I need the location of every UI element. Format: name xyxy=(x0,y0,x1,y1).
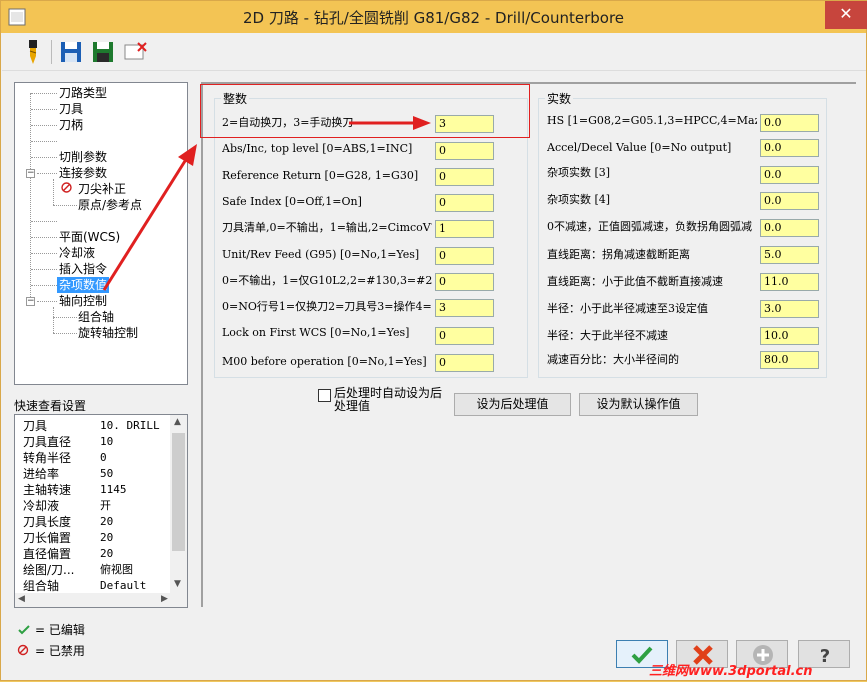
tree-item-toolpath-type[interactable]: 刀路类型 xyxy=(59,85,107,101)
real-label-4: 0不减速，正值圆弧减速，负数拐角圆弧减 xyxy=(547,220,752,233)
real-value-6[interactable]: 11.0 xyxy=(760,273,819,291)
real-label-7: 半径：小于此半径减速至3设定值 xyxy=(547,302,708,315)
edited-check-icon xyxy=(18,625,30,635)
int-value-4[interactable]: 1 xyxy=(435,220,494,238)
scroll-down-icon[interactable]: ▼ xyxy=(174,579,181,589)
watermark: 三维网www.3dportal.cn xyxy=(649,664,813,679)
quickview-list: 刀具 10. DRILL 刀具直径 10 转角半径 0 进给率 50 主轴转速 1145 … xyxy=(14,414,188,608)
expander-axis-icon[interactable]: − xyxy=(26,297,35,306)
disabled-icon xyxy=(17,644,29,656)
tree-item-misc-values[interactable]: 杂项数值 xyxy=(57,277,110,293)
annotation-highlight-box xyxy=(200,84,530,138)
toolbar xyxy=(2,33,866,71)
quickview-row: 刀长偏置 20 xyxy=(23,531,114,545)
int-label-6: 0=不输出，1=仅G10L2,2=#130,3=#24 xyxy=(222,274,432,287)
int-label-1: Abs/Inc, top level [0=ABS,1=INC] xyxy=(222,142,413,155)
real-label-2: 杂项实数 [3] xyxy=(547,166,611,179)
int-value-1[interactable]: 0 xyxy=(435,142,494,160)
toolbar-separator xyxy=(51,40,52,64)
int-label-3: Safe Index [0=Off,1=On] xyxy=(222,195,362,208)
legend-disabled: = 已禁用 xyxy=(35,644,85,658)
int-value-8[interactable]: 0 xyxy=(435,327,494,345)
quickview-row: 主轴转速 1145 xyxy=(23,483,127,497)
scroll-left-icon[interactable]: ◀ xyxy=(18,594,25,604)
real-label-0: HS [1=G08,2=G05.1,3=HPCC,4=Mazak,5= xyxy=(547,114,757,127)
int-label-5: Unit/Rev Feed (G95) [0=No,1=Yes] xyxy=(222,248,420,261)
tree-item-linking-params[interactable]: 连接参数 xyxy=(59,165,107,181)
quickview-row: 刀具直径 10 xyxy=(23,435,114,449)
int-label-9: M00 before operation [0=No,1=Yes] xyxy=(222,355,427,368)
scroll-thumb[interactable] xyxy=(172,433,185,551)
svg-text:?: ? xyxy=(820,646,830,666)
window-title: 2D 刀路 - 钻孔/全圆铣削 G81/G82 - Drill/Counterb… xyxy=(242,9,625,27)
real-label-3: 杂项实数 [4] xyxy=(547,193,611,206)
int-label-4: 刀具清单,0=不输出，1=输出,2=CimcoV7 xyxy=(222,221,432,234)
quickview-row: 刀具长度 20 xyxy=(23,515,114,529)
int-label-7: 0=NO行号1=仅换刀2=刀具号3=操作4=每行 xyxy=(222,300,432,313)
save-icon[interactable] xyxy=(58,39,84,65)
int-value-3[interactable]: 0 xyxy=(435,194,494,212)
tree-item-tip-comp[interactable]: 刀尖补正 xyxy=(78,181,126,197)
quickview-row: 组合轴 Default xyxy=(23,579,147,593)
real-value-8[interactable]: 10.0 xyxy=(760,327,819,345)
dialog-window: 2D 刀路 - 钻孔/全圆铣削 G81/G82 - Drill/Counterb… xyxy=(0,0,867,681)
tool-icon[interactable] xyxy=(20,39,46,65)
legend-edited: = 已编辑 xyxy=(35,623,85,637)
scroll-up-icon[interactable]: ▲ xyxy=(174,417,181,427)
int-label-8: Lock on First WCS [0=No,1=Yes] xyxy=(222,326,410,339)
int-value-5[interactable]: 0 xyxy=(435,247,494,265)
title-bar: 2D 刀路 - 钻孔/全圆铣削 G81/G82 - Drill/Counterb… xyxy=(1,1,867,33)
tree-item-axis-control[interactable]: 轴向控制 xyxy=(59,293,107,309)
close-button[interactable]: ✕ xyxy=(825,1,867,29)
auto-set-post-checkbox[interactable] xyxy=(318,389,331,402)
real-value-2[interactable]: 0.0 xyxy=(760,166,819,184)
tree-item-holder[interactable]: 刀柄 xyxy=(59,117,83,133)
tree-item-axis-combination[interactable]: 组合轴 xyxy=(78,309,114,325)
real-value-1[interactable]: 0.0 xyxy=(760,139,819,157)
tree-item-home-ref[interactable]: 原点/参考点 xyxy=(78,197,142,213)
help-icon: ? xyxy=(820,646,830,666)
scroll-right-icon[interactable]: ▶ xyxy=(161,594,168,604)
quickview-row: 刀具 10. DRILL xyxy=(23,419,160,433)
real-value-3[interactable]: 0.0 xyxy=(760,192,819,210)
tree-item-canned-text[interactable]: 插入指令 xyxy=(59,261,107,277)
int-value-2[interactable]: 0 xyxy=(435,168,494,186)
tree-item-rotary-axis[interactable]: 旋转轴控制 xyxy=(78,325,138,341)
quickview-row: 冷却液开 xyxy=(23,499,111,513)
real-value-7[interactable]: 3.0 xyxy=(760,300,819,318)
disabled-icon xyxy=(61,182,72,193)
tree-item-plane-wcs[interactable]: 平面(WCS) xyxy=(59,229,120,245)
delete-icon[interactable] xyxy=(122,39,148,65)
set-post-values-button[interactable]: 设为后处理值 xyxy=(454,393,571,416)
int-label-2: Reference Return [0=G28, 1=G30] xyxy=(222,169,419,182)
int-value-9[interactable]: 0 xyxy=(435,354,494,372)
tree-item-tool[interactable]: 刀具 xyxy=(59,101,83,117)
int-value-7[interactable]: 3 xyxy=(435,299,494,317)
int-value-6[interactable]: 0 xyxy=(435,273,494,291)
navigation-tree: − − 刀路类型 刀具 刀柄 切削参数 连接参数 刀尖补正 原点/参考点 平面(… xyxy=(14,82,188,385)
quickview-vertical-scrollbar[interactable]: ▲ ▼ xyxy=(170,415,187,593)
set-default-values-button[interactable]: 设为默认操作值 xyxy=(579,393,698,416)
auto-set-post-label: 后处理时自动设为后处理值 xyxy=(334,386,443,413)
real-value-0[interactable]: 0.0 xyxy=(760,114,819,132)
quickview-row: 直径偏置 20 xyxy=(23,547,114,561)
quickview-row: 绘图/刀... 俯视图 xyxy=(23,563,133,577)
tree-item-coolant[interactable]: 冷却液 xyxy=(59,245,95,261)
real-label-6: 直线距离：小于此值不截断直接减速 xyxy=(547,275,723,288)
real-label-5: 直线距离：拐角减速截断距离 xyxy=(547,248,690,261)
real-label-9: 减速百分比：大小半径间的 xyxy=(547,353,679,366)
quickview-horizontal-scrollbar[interactable]: ◀ ▶ xyxy=(15,593,187,607)
real-value-9[interactable]: 80.0 xyxy=(760,351,819,369)
real-value-4[interactable]: 0.0 xyxy=(760,219,819,237)
quickview-row: 转角半径 0 xyxy=(23,451,107,465)
quickview-row: 进给率 50 xyxy=(23,467,114,481)
save-all-icon[interactable] xyxy=(90,39,116,65)
quickview-label: 快速查看设置 xyxy=(14,399,87,413)
real-group-title: 实数 xyxy=(545,90,574,107)
expander-connect-icon[interactable]: − xyxy=(26,169,35,178)
real-label-1: Accel/Decel Value [0=No output] xyxy=(547,141,732,154)
real-value-5[interactable]: 5.0 xyxy=(760,246,819,264)
real-label-8: 半径：大于此半径不减速 xyxy=(547,329,668,342)
tree-item-cut-params[interactable]: 切削参数 xyxy=(59,149,107,165)
